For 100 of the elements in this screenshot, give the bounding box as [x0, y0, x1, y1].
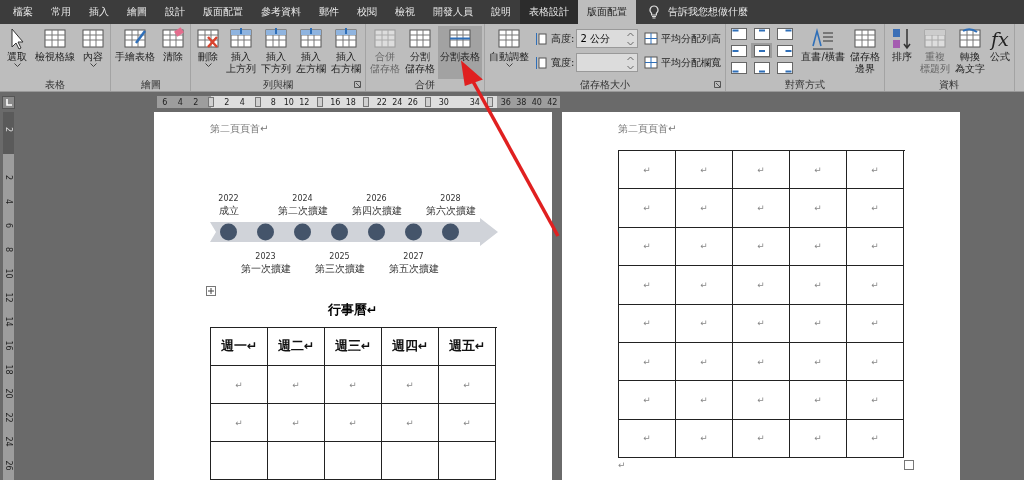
table-cell: ↵ — [847, 227, 904, 267]
table-cell: ↵ — [325, 366, 382, 404]
align-button[interactable] — [774, 26, 796, 41]
table-cell: ↵ — [619, 189, 676, 228]
ruler-marker[interactable] — [425, 97, 432, 107]
ribbon-button[interactable]: 平均分配列高 — [642, 29, 724, 48]
ruler-marker[interactable] — [316, 97, 323, 107]
ribbon-tab[interactable]: 檢視 — [386, 0, 424, 24]
table-icon — [263, 27, 289, 51]
group-label: 列與欄 — [263, 79, 293, 90]
ribbon-button[interactable]: 選取 — [2, 26, 32, 79]
ribbon-button[interactable]: 排序 — [886, 26, 917, 79]
timeline-label: 第五次擴建 — [388, 263, 439, 275]
ruler-marker[interactable] — [254, 97, 261, 107]
ribbon-tab[interactable]: 表格設計 — [520, 0, 578, 24]
size-field[interactable] — [576, 53, 639, 72]
table-icon — [42, 27, 68, 51]
ribbon-button[interactable]: 檢視格線 — [33, 26, 77, 79]
tab-selector-icon[interactable] — [2, 95, 15, 109]
ruler-number: 8 — [270, 97, 276, 107]
table-icon — [851, 27, 878, 51]
ruler-number: 22 — [376, 97, 387, 107]
ruler-number: 4 — [4, 198, 13, 204]
table-cell — [439, 442, 496, 480]
timeline-label: 第四次擴建 — [351, 205, 402, 217]
align-button[interactable] — [728, 26, 750, 41]
table-resize-handle[interactable] — [904, 460, 914, 471]
dialog-launcher-icon[interactable] — [354, 81, 361, 88]
ribbon-tab[interactable]: 版面配置 — [194, 0, 252, 24]
ribbon-tab[interactable]: 常用 — [42, 0, 80, 24]
ruler-number: 14 — [4, 315, 13, 327]
table-cell: ↵ — [676, 266, 733, 305]
table-cell: ↵ — [847, 304, 904, 343]
table-cell: ↵ — [847, 342, 904, 382]
align-button[interactable] — [751, 60, 773, 75]
ribbon-tab[interactable]: 參考資料 — [252, 0, 310, 24]
group-label: 表格 — [45, 79, 65, 90]
ribbon-button[interactable]: 平均分配欄寬 — [642, 53, 724, 72]
ribbon-button[interactable]: 刪除 — [193, 26, 223, 79]
ribbon-tab[interactable]: 郵件 — [310, 0, 348, 24]
ruler-number: 8 — [4, 246, 13, 252]
ribbon-button[interactable]: 分割 儲存格 — [403, 26, 437, 79]
ribbon-button[interactable]: 插入 左方欄 — [294, 26, 328, 79]
ribbon-tab[interactable]: 校閱 — [348, 0, 386, 24]
eraser-table-icon — [160, 27, 186, 51]
ribbon-button[interactable]: 儲存格 邊界 — [847, 26, 882, 79]
ribbon-button[interactable]: 插入 右方欄 — [329, 26, 363, 79]
align-button[interactable] — [751, 26, 773, 41]
ribbon-button[interactable]: 分割表格 — [438, 26, 482, 79]
align-button[interactable] — [774, 43, 796, 58]
table-cell: ↵ — [619, 419, 676, 459]
ribbon-button[interactable]: 清除 — [158, 26, 188, 79]
align-button[interactable] — [728, 43, 750, 58]
ribbon-tab[interactable]: 插入 — [80, 0, 118, 24]
ruler-number: 10 — [4, 267, 13, 279]
ribbon-button[interactable]: 內容 — [78, 26, 108, 79]
table-header-cell: 週二↵ — [268, 328, 325, 366]
cell-align-icon — [730, 61, 747, 74]
table-cell — [382, 442, 439, 480]
ruler-marker[interactable] — [363, 97, 370, 107]
ruler-marker[interactable] — [487, 97, 494, 107]
ribbon-tab[interactable]: 繪圖 — [118, 0, 156, 24]
ruler-marker[interactable] — [208, 97, 215, 107]
row-size-icon — [535, 31, 549, 46]
cell-align-icon — [730, 27, 747, 40]
table-icon — [447, 27, 473, 51]
paragraph-mark: ↵ — [618, 460, 626, 471]
align-button[interactable] — [774, 60, 796, 75]
ribbon-tab[interactable]: 檔案 — [4, 0, 42, 24]
ribbon-button[interactable]: 轉換 為文字 — [952, 26, 987, 79]
ruler-number: 34 — [469, 97, 480, 107]
lightbulb-icon — [648, 5, 660, 19]
ruler-number: 36 — [500, 97, 511, 107]
ruler-number: 12 — [299, 97, 310, 107]
align-button[interactable] — [728, 60, 750, 75]
ribbon-tab[interactable]: 版面配置 — [578, 0, 636, 24]
ribbon-button[interactable]: 自動調整 — [487, 26, 531, 79]
ribbon-tab[interactable]: 說明 — [482, 0, 520, 24]
ribbon-button[interactable]: fx 公式 — [987, 26, 1012, 79]
timeline-label: 第六次擴建 — [425, 205, 476, 217]
size-field[interactable]: 2 公分 — [576, 29, 639, 48]
ribbon-button[interactable]: 插入 上方列 — [224, 26, 258, 79]
group-label: 對齊方式 — [785, 79, 826, 90]
table-cell — [325, 442, 382, 480]
cell-align-icon — [753, 61, 770, 74]
align-button[interactable] — [751, 43, 773, 58]
tell-me-search[interactable]: 告訴我您想做什麼 — [668, 5, 748, 19]
table-move-handle-icon[interactable] — [206, 286, 216, 296]
ribbon-button[interactable]: 直書/橫書 — [799, 26, 847, 79]
dialog-launcher-icon[interactable] — [714, 81, 722, 88]
ribbon-tab[interactable]: 開發人員 — [424, 0, 482, 24]
table-cell: ↵ — [439, 366, 496, 404]
table-cell: ↵ — [676, 227, 733, 267]
ribbon-button[interactable]: 插入 下方列 — [259, 26, 293, 79]
timeline-label: 成立 — [218, 205, 239, 217]
ribbon-button[interactable]: 手繪表格 — [113, 26, 157, 79]
table-icon — [298, 27, 324, 51]
pencil-table-icon — [122, 27, 148, 51]
ribbon-tab[interactable]: 設計 — [156, 0, 194, 24]
ruler-number: 12 — [4, 291, 13, 303]
